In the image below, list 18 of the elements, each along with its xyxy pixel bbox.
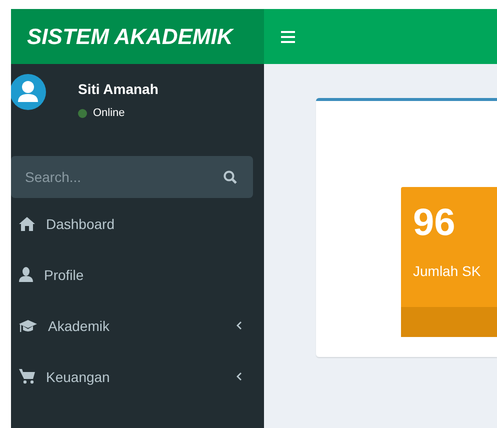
menu-item[interactable]: Akademik bbox=[11, 300, 264, 351]
menu-item[interactable]: Dashboard bbox=[11, 198, 264, 249]
search-icon[interactable] bbox=[223, 170, 237, 184]
stat-value: 96 bbox=[413, 201, 456, 245]
stat-label: Jumlah SK bbox=[413, 263, 482, 279]
search-field[interactable]: Search... bbox=[11, 156, 253, 198]
user-name: Siti Amanah bbox=[78, 81, 158, 97]
menu-item[interactable]: Keuangan bbox=[11, 351, 264, 402]
status-dot-icon bbox=[78, 108, 87, 118]
user-icon bbox=[19, 267, 33, 282]
app-logo[interactable]: SISTEM AKADEMIK bbox=[11, 9, 264, 64]
avatar-icon bbox=[11, 74, 46, 110]
graduation-cap-icon bbox=[19, 318, 37, 332]
user-status: Online bbox=[93, 107, 125, 119]
cart-icon bbox=[19, 369, 35, 384]
menu-item[interactable]: Profile bbox=[11, 249, 264, 300]
home-icon bbox=[19, 216, 35, 230]
menu-icon[interactable] bbox=[281, 30, 295, 42]
